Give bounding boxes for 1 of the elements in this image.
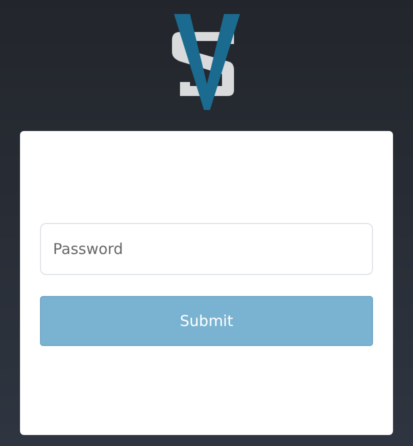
password-field[interactable]: Password xyxy=(40,223,373,275)
